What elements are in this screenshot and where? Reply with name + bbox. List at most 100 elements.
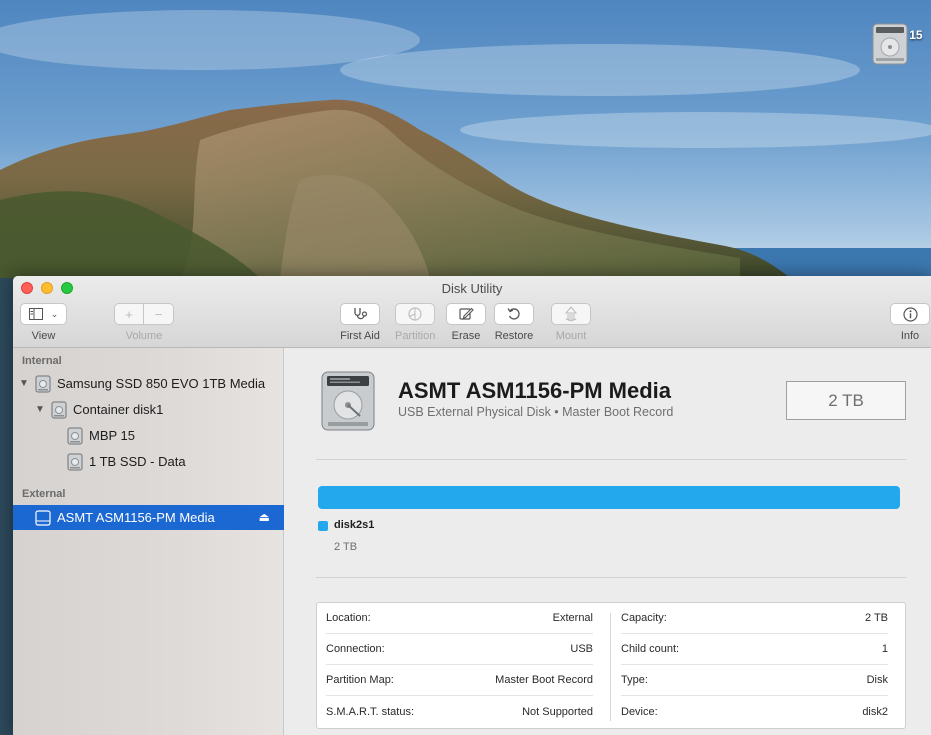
restore-button[interactable] (494, 303, 534, 325)
info-value: 2 TB (864, 612, 888, 624)
info-control: Info (890, 303, 930, 342)
view-label: View (31, 330, 56, 342)
disk-subtitle: USB External Physical Disk • Master Boot… (398, 405, 674, 419)
first-aid-button[interactable] (340, 303, 380, 325)
info-value: 1 (881, 643, 888, 655)
info-row-capacity: Capacity: 2 TB (621, 603, 888, 634)
sidebar-item-label: Samsung SSD 850 EVO 1TB Media (57, 376, 266, 391)
hard-drive-icon (35, 375, 51, 392)
eject-icon[interactable]: ⏏ (259, 510, 270, 524)
sidebar-header-internal: Internal (22, 355, 62, 367)
partition-control: Partition (395, 303, 435, 342)
info-row-connection: Connection: USB (326, 634, 593, 665)
info-label: Info (900, 330, 920, 342)
sidebar-item-1tb-ssd-data[interactable]: 1 TB SSD - Data (13, 449, 284, 474)
sidebar-item-label: MBP 15 (89, 428, 136, 443)
title-bar: Disk Utility ⌄ View + − Volume First Aid (13, 276, 931, 348)
erase-pencil-icon (458, 307, 474, 320)
sidebar-item-label: Container disk1 (73, 402, 164, 417)
view-button[interactable]: ⌄ (20, 303, 67, 325)
sidebar-toggle-icon (28, 308, 43, 320)
minus-icon: − (154, 306, 163, 322)
disk-title: ASMT ASM1156-PM Media (398, 378, 672, 403)
info-row-partition-map: Partition Map: Master Boot Record (326, 665, 593, 696)
volume-drive-icon (67, 427, 83, 444)
partition-color-swatch (318, 521, 328, 531)
partition-label: Partition (395, 330, 436, 342)
info-row-child-count: Child count: 1 (621, 634, 888, 665)
plus-icon: + (125, 306, 133, 322)
volume-drive-icon (67, 453, 83, 470)
column-separator (610, 613, 611, 721)
info-row-device: Device: disk2 (621, 696, 888, 727)
sidebar-item-samsung-ssd[interactable]: ▼ Samsung SSD 850 EVO 1TB Media (13, 371, 284, 396)
stethoscope-icon (354, 308, 368, 320)
mount-icon (565, 306, 577, 322)
info-icon (902, 306, 918, 322)
disk-utility-window: Disk Utility ⌄ View + − Volume First Aid (13, 276, 931, 735)
info-column-right: Capacity: 2 TB Child count: 1 Type: Disk De… (612, 603, 897, 727)
erase-button[interactable] (446, 303, 486, 325)
sidebar: Internal ▼ Samsung SSD 850 EVO 1TB Media… (13, 348, 284, 735)
info-value: Not Supported (522, 705, 593, 718)
info-value: Disk (866, 674, 888, 686)
info-row-location: Location: External (326, 603, 593, 634)
sidebar-item-container-disk1[interactable]: ▼ Container disk1 (13, 397, 284, 422)
restore-label: Restore (494, 330, 534, 342)
info-row-type: Type: Disk (621, 665, 888, 696)
hard-drive-icon (872, 23, 908, 65)
disclosure-triangle-icon[interactable]: ▼ (35, 404, 45, 415)
volume-control: + − Volume (114, 303, 174, 342)
disk-size-badge: 2 TB (786, 381, 906, 420)
chevron-down-icon: ⌄ (50, 308, 59, 319)
info-button[interactable] (890, 303, 930, 325)
container-drive-icon (51, 401, 67, 418)
info-row-smart-status: S.M.A.R.T. status: Not Supported (326, 696, 593, 727)
info-key: S.M.A.R.T. status: (326, 705, 415, 718)
info-key: Partition Map: (326, 674, 394, 686)
info-table: Location: External Connection: USB Partiti… (316, 602, 906, 729)
add-volume-button[interactable]: + (114, 303, 144, 325)
info-value: disk2 (862, 705, 888, 718)
partition-size: 2 TB (334, 541, 358, 553)
divider (316, 459, 906, 460)
partition-pie-icon (408, 307, 422, 321)
info-value: USB (570, 643, 593, 655)
sidebar-item-label: ASMT ASM1156-PM Media (57, 510, 215, 525)
mount-button[interactable] (551, 303, 591, 325)
first-aid-control: First Aid (340, 303, 380, 342)
restore-arrow-icon (507, 308, 520, 320)
restore-control: Restore (494, 303, 534, 342)
usage-bar (318, 486, 900, 509)
info-key: Capacity: (621, 612, 667, 624)
window-title: Disk Utility (441, 281, 503, 296)
detail-pane: ASMT ASM1156-PM Media USB External Physi… (285, 348, 931, 735)
info-key: Device: (621, 705, 658, 718)
info-value: Master Boot Record (495, 674, 593, 686)
info-key: Type: (621, 674, 648, 686)
info-key: Connection: (326, 643, 385, 655)
info-value: External (552, 612, 593, 624)
volume-label: Volume (125, 330, 163, 342)
external-drive-icon (35, 509, 51, 526)
sidebar-item-asmt-media[interactable]: ASMT ASM1156-PM Media ⏏ (13, 505, 284, 530)
desktop-drive-mbp15[interactable]: MBP 15 (870, 22, 931, 65)
erase-label: Erase (451, 330, 481, 342)
info-key: Child count: (621, 643, 680, 655)
partition-button[interactable] (395, 303, 436, 325)
sidebar-item-label: 1 TB SSD - Data (89, 454, 186, 469)
info-key: Location: (326, 612, 371, 624)
disclosure-triangle-icon[interactable]: ▼ (19, 378, 29, 389)
hard-drive-icon (321, 371, 375, 431)
mount-label: Mount (555, 330, 587, 342)
sidebar-item-mbp15[interactable]: MBP 15 (13, 423, 284, 448)
view-control: ⌄ View (20, 303, 67, 342)
info-column-left: Location: External Connection: USB Partiti… (317, 603, 602, 727)
erase-control: Erase (446, 303, 486, 342)
remove-volume-button[interactable]: − (144, 303, 174, 325)
partition-name: disk2s1 (334, 519, 375, 531)
divider (316, 577, 906, 578)
first-aid-label: First Aid (340, 330, 380, 342)
sidebar-header-external: External (22, 488, 66, 500)
mount-control: Mount (551, 303, 591, 342)
